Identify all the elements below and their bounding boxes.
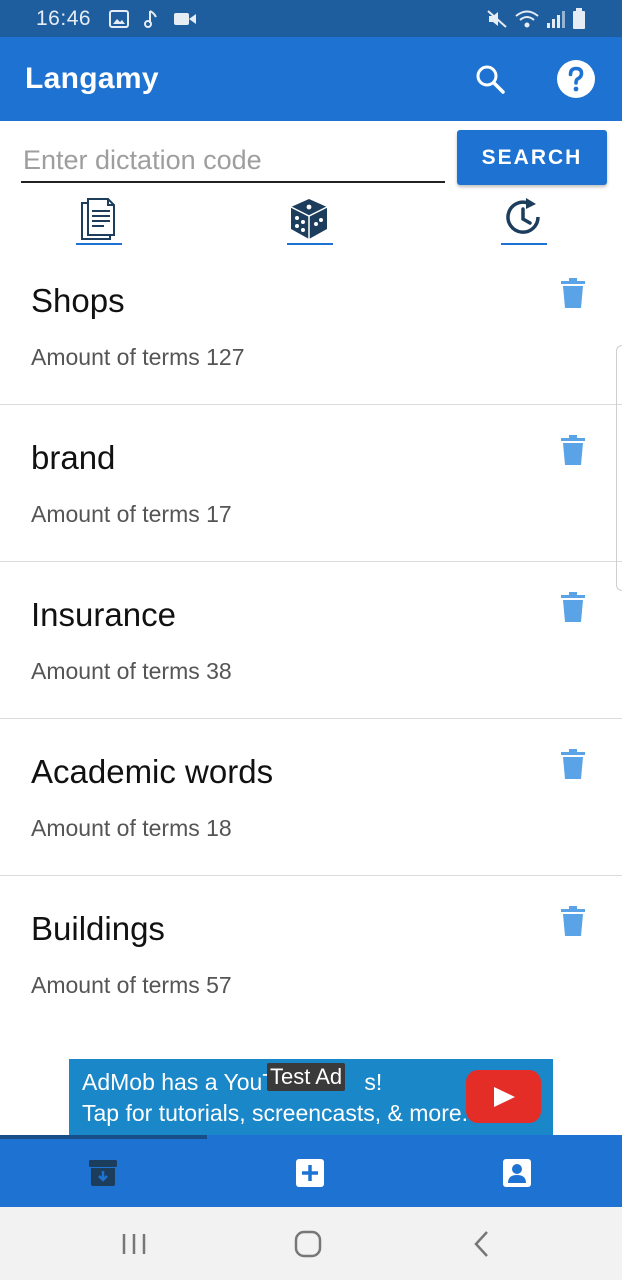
item-term-count: Amount of terms 18 bbox=[31, 815, 232, 841]
list-item[interactable]: Buildings Amount of terms 57 bbox=[0, 876, 622, 1031]
item-title: Academic words bbox=[31, 753, 274, 790]
home-icon bbox=[294, 1230, 322, 1258]
ad-description: Tap for tutorials, screencasts, & more. bbox=[82, 1100, 469, 1126]
trash-icon bbox=[561, 278, 585, 308]
status-bar: 16:46 bbox=[0, 0, 622, 37]
app-screen: 16:46 Langamy Enter dictation code SEARC… bbox=[0, 0, 622, 1280]
battery-icon bbox=[572, 7, 586, 30]
music-note-icon bbox=[143, 9, 159, 29]
search-row: SEARCH bbox=[0, 121, 622, 197]
app-bar: Langamy bbox=[0, 37, 622, 121]
app-bar-actions bbox=[466, 55, 600, 103]
test-ad-label: Test Ad bbox=[267, 1063, 346, 1091]
item-title: brand bbox=[31, 439, 116, 476]
list-item[interactable]: Academic words Amount of terms 18 bbox=[0, 719, 622, 876]
item-title: Insurance bbox=[31, 596, 176, 633]
tab-dictations[interactable] bbox=[68, 197, 128, 247]
tab-underline bbox=[76, 243, 122, 245]
item-term-count: Amount of terms 57 bbox=[31, 972, 232, 998]
home-button[interactable] bbox=[286, 1227, 330, 1261]
tab-bar bbox=[0, 197, 622, 249]
back-button[interactable] bbox=[460, 1227, 504, 1261]
tab-history[interactable] bbox=[493, 197, 553, 247]
status-notification-icons bbox=[109, 9, 197, 29]
status-system-icons bbox=[486, 7, 586, 30]
archive-icon bbox=[89, 1160, 117, 1186]
delete-button[interactable] bbox=[556, 278, 590, 314]
search-button[interactable]: SEARCH bbox=[457, 130, 607, 185]
ad-banner[interactable]: AdMob has a YouT s! Tap for tutorials, sc… bbox=[69, 1059, 553, 1135]
item-title: Buildings bbox=[31, 910, 165, 947]
item-term-count: Amount of terms 38 bbox=[31, 658, 232, 684]
back-icon bbox=[474, 1231, 488, 1257]
history-icon bbox=[506, 198, 540, 234]
item-title: Shops bbox=[31, 282, 125, 319]
list-item[interactable]: Shops Amount of terms 127 bbox=[0, 248, 622, 405]
delete-button[interactable] bbox=[556, 435, 590, 471]
youtube-logo-icon bbox=[466, 1070, 541, 1123]
bottom-navigation bbox=[0, 1135, 622, 1207]
recent-apps-button[interactable] bbox=[112, 1227, 156, 1261]
help-icon bbox=[557, 60, 595, 98]
dice-icon bbox=[290, 199, 328, 239]
mute-icon bbox=[486, 9, 508, 29]
dictation-list: Shops Amount of terms 127 brand Amount o… bbox=[0, 248, 622, 1031]
item-term-count: Amount of terms 127 bbox=[31, 344, 245, 370]
add-icon bbox=[296, 1159, 324, 1187]
delete-button[interactable] bbox=[556, 592, 590, 628]
trash-icon bbox=[561, 592, 585, 622]
nav-indicator bbox=[0, 1135, 207, 1139]
signal-icon bbox=[546, 9, 566, 29]
list-item[interactable]: brand Amount of terms 17 bbox=[0, 405, 622, 562]
nav-profile-button[interactable] bbox=[497, 1153, 537, 1193]
nav-add-button[interactable] bbox=[290, 1153, 330, 1193]
status-time: 16:46 bbox=[36, 6, 92, 30]
scrollbar[interactable] bbox=[616, 345, 622, 591]
profile-icon bbox=[503, 1159, 531, 1187]
list-item[interactable]: Insurance Amount of terms 38 bbox=[0, 562, 622, 719]
document-icon bbox=[81, 198, 115, 240]
delete-button[interactable] bbox=[556, 906, 590, 942]
nav-archive-button[interactable] bbox=[83, 1153, 123, 1193]
item-term-count: Amount of terms 17 bbox=[31, 501, 232, 527]
image-icon bbox=[109, 9, 130, 28]
recent-apps-icon bbox=[122, 1234, 146, 1254]
search-icon-button[interactable] bbox=[466, 55, 514, 103]
video-camera-icon bbox=[173, 11, 197, 27]
system-navigation-bar bbox=[0, 1207, 622, 1280]
delete-button[interactable] bbox=[556, 749, 590, 785]
trash-icon bbox=[561, 906, 585, 936]
search-icon bbox=[476, 65, 505, 94]
tab-random[interactable] bbox=[279, 197, 339, 247]
trash-icon bbox=[561, 749, 585, 779]
wifi-icon bbox=[514, 9, 540, 29]
dictation-code-input[interactable] bbox=[21, 139, 445, 183]
trash-icon bbox=[561, 435, 585, 465]
tab-underline bbox=[501, 243, 547, 245]
help-button[interactable] bbox=[552, 55, 600, 103]
tab-underline bbox=[287, 243, 333, 245]
app-title: Langamy bbox=[25, 62, 159, 95]
